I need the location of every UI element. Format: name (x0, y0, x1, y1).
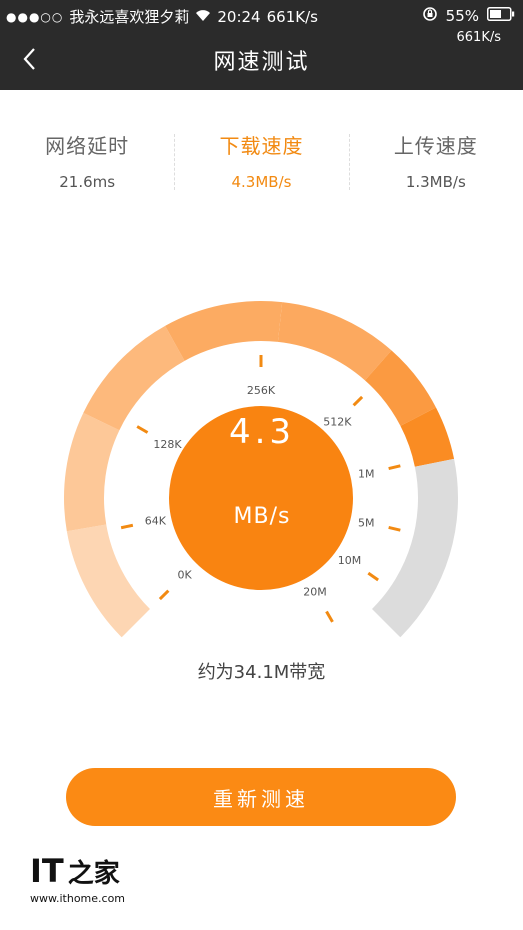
gauge-speed-unit: MB/s (233, 504, 291, 529)
ithome-logo: IT 之家 (30, 852, 125, 890)
wifi-icon (195, 8, 211, 26)
gauge-tick-label: 10M (338, 554, 362, 567)
gauge-tick-label: 20M (303, 586, 327, 599)
stat-value: 1.3MB/s (405, 173, 466, 191)
network-speed-secondary: 661K/s (456, 30, 502, 45)
retest-button[interactable]: 重新测速 (66, 768, 456, 826)
gauge-tick-mark (367, 571, 379, 582)
watermark-url: www.ithome.com (30, 892, 126, 905)
status-time: 20:24 (217, 7, 261, 26)
gauge-tick-mark (158, 589, 170, 601)
carrier-name: 我永远喜欢狸夕莉 (69, 8, 190, 26)
stat-upload: 上传速度 1.3MB/s (348, 118, 523, 198)
gauge-tick-mark (352, 395, 364, 407)
gauge-tick-mark (325, 610, 334, 623)
stat-value: 21.6ms (59, 173, 116, 191)
stat-latency: 网络延时 21.6ms (0, 118, 174, 198)
status-bar: ●●●○○ 我永远喜欢狸夕莉 20:24 661K/s 55% (0, 0, 523, 30)
gauge-tick-mark (136, 425, 149, 434)
network-speed: 661K/s (266, 7, 318, 26)
page-title: 网速测试 (213, 50, 310, 75)
gauge-segment-filled (165, 301, 283, 361)
status-right: 55% (422, 6, 515, 26)
gauge-tick-mark (388, 464, 401, 470)
signal-dots-icon: ●●●○○ (6, 9, 64, 24)
gauge-tick-label: 256K (247, 384, 276, 397)
logo-cn: 之家 (67, 858, 120, 889)
nav-bar: 网速测试 (0, 30, 523, 90)
bandwidth-estimate: 约为34.1M带宽 (197, 662, 326, 683)
gauge-segment-filled (277, 302, 392, 381)
gauge-tick-mark (388, 526, 401, 532)
gauge-segment-filled (63, 412, 120, 532)
battery-icon (487, 7, 515, 25)
watermark: IT 之家 www.ithome.com (30, 852, 125, 905)
gauge-tick-mark (120, 523, 134, 530)
status-left: ●●●○○ 我永远喜欢狸夕莉 20:24 661K/s (6, 6, 318, 27)
stat-value: 4.3MB/s (231, 173, 292, 191)
rotation-lock-icon (422, 6, 438, 26)
stat-label: 上传速度 (393, 134, 478, 158)
stat-label: 网络延时 (45, 134, 130, 158)
stats-row: 网络延时 21.6ms 下载速度 4.3MB/s 上传速度 1.3MB/s (0, 118, 523, 198)
logo-it: IT (30, 852, 64, 890)
stat-download: 下载速度 4.3MB/s (174, 118, 348, 198)
gauge-segment-empty (372, 458, 458, 638)
gauge-tick-label: 5M (358, 516, 375, 529)
gauge-segment-filled (66, 524, 150, 638)
gauge-tick-label: 64K (145, 514, 167, 527)
gauge-tick-label: 0K (178, 568, 193, 581)
gauge-speed-value: 4.3 (228, 412, 296, 452)
gauge-tick-label: 1M (358, 468, 375, 481)
speed-gauge: 0K64K128K256K512K1M5M10M20M (63, 301, 458, 638)
battery-percent: 55% (445, 7, 479, 25)
stat-label: 下载速度 (219, 134, 304, 158)
